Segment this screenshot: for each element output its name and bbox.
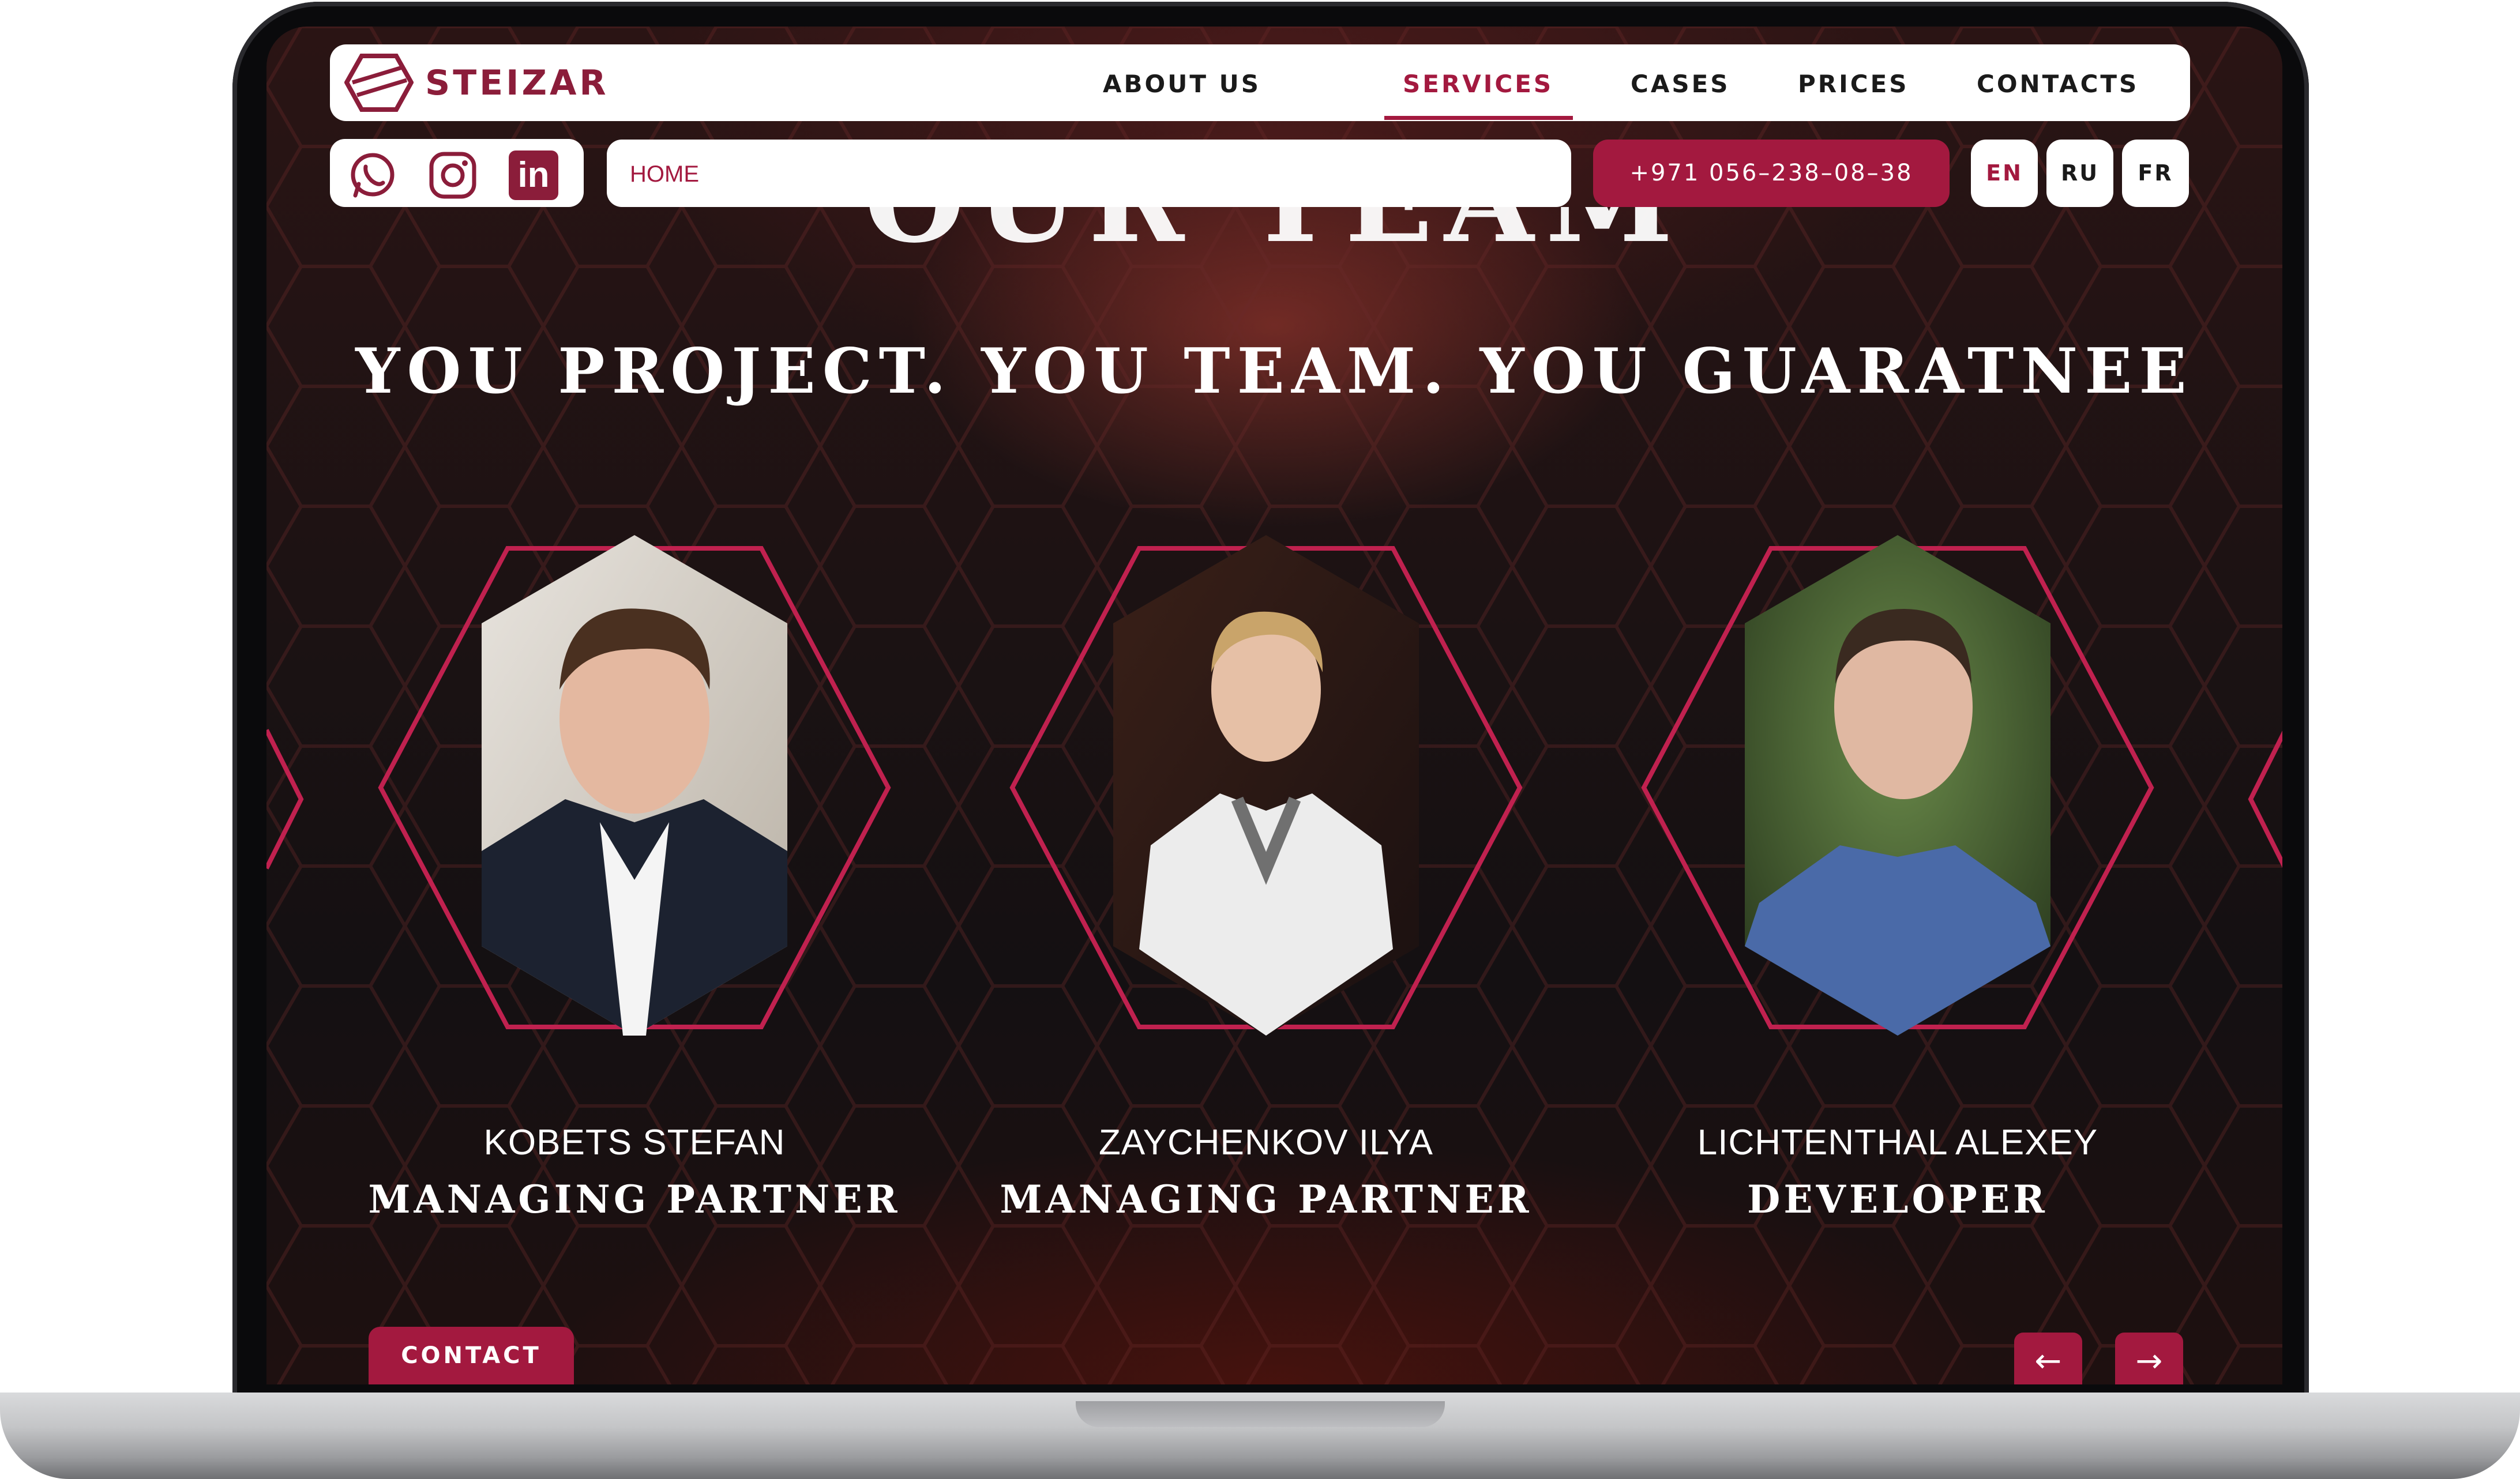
active-nav-underline xyxy=(1384,116,1573,120)
arrow-right-icon[interactable]: → xyxy=(2115,1333,2183,1384)
team-member-photo xyxy=(378,535,891,1036)
breadcrumb-home[interactable]: HOME xyxy=(630,161,699,187)
instagram-icon[interactable] xyxy=(428,150,478,200)
phone-button[interactable]: +971 056–238–08–38 xyxy=(1593,140,1950,207)
breadcrumb: HOME xyxy=(607,140,1571,207)
nav-prices[interactable]: PRICES xyxy=(1798,70,1909,98)
nav-cases[interactable]: CASES xyxy=(1631,70,1730,98)
steizar-logo-icon[interactable] xyxy=(344,52,414,113)
lang-fr-button[interactable]: FR xyxy=(2122,140,2189,207)
website-screen: STEIZAR ABOUT US SERVICES CASES PRICES C… xyxy=(266,27,2282,1384)
linkedin-icon[interactable]: in xyxy=(509,150,558,200)
arrow-left-icon[interactable]: ← xyxy=(2014,1333,2082,1384)
nav-contacts[interactable]: CONTACTS xyxy=(1977,70,2139,98)
whatsapp-icon[interactable] xyxy=(347,150,397,200)
team-member-name: LICHTENTHAL ALEXEY xyxy=(1697,1123,2098,1162)
nav-services[interactable]: SERVICES xyxy=(1403,70,1553,98)
team-member-photo xyxy=(1641,535,2154,1036)
team-member-name: KOBETS STEFAN xyxy=(483,1123,786,1162)
laptop-notch xyxy=(1076,1401,1445,1427)
team-member-card[interactable]: LICHTENTHAL ALEXEY DEVELOPER xyxy=(1609,499,2186,1237)
top-navbar: STEIZAR ABOUT US SERVICES CASES PRICES C… xyxy=(330,44,2190,121)
team-member-name: ZAYCHENKOV ILYA xyxy=(1098,1123,1434,1162)
team-member-card[interactable]: ZAYCHENKOV ILYA MANAGING PARTNER xyxy=(978,499,1554,1237)
team-member-card[interactable]: KOBETS STEFAN MANAGING PARTNER xyxy=(346,499,923,1237)
team-member-role: MANAGING PARTNER xyxy=(1000,1177,1533,1222)
team-member-photo xyxy=(1009,535,1523,1036)
section-headline: YOU PROJECT. YOU TEAM. YOU GUARATNEE xyxy=(355,335,2194,408)
nav-about-us[interactable]: ABOUT US xyxy=(1103,70,1261,98)
team-member-role: DEVELOPER xyxy=(1747,1177,2048,1222)
ghost-title-text: OUR TEAM xyxy=(266,207,2282,259)
hex-outline-fragment-right xyxy=(2248,731,2282,868)
lang-en-button[interactable]: EN xyxy=(1971,140,2038,207)
social-links: in xyxy=(330,139,584,207)
contact-button[interactable]: CONTACT xyxy=(369,1327,574,1384)
lang-ru-button[interactable]: RU xyxy=(2046,140,2113,207)
hex-outline-fragment-left xyxy=(266,729,304,870)
section-ghost-title: OUR TEAM xyxy=(266,207,2282,265)
team-member-role: MANAGING PARTNER xyxy=(368,1177,901,1222)
brand-name[interactable]: STEIZAR xyxy=(425,63,609,103)
